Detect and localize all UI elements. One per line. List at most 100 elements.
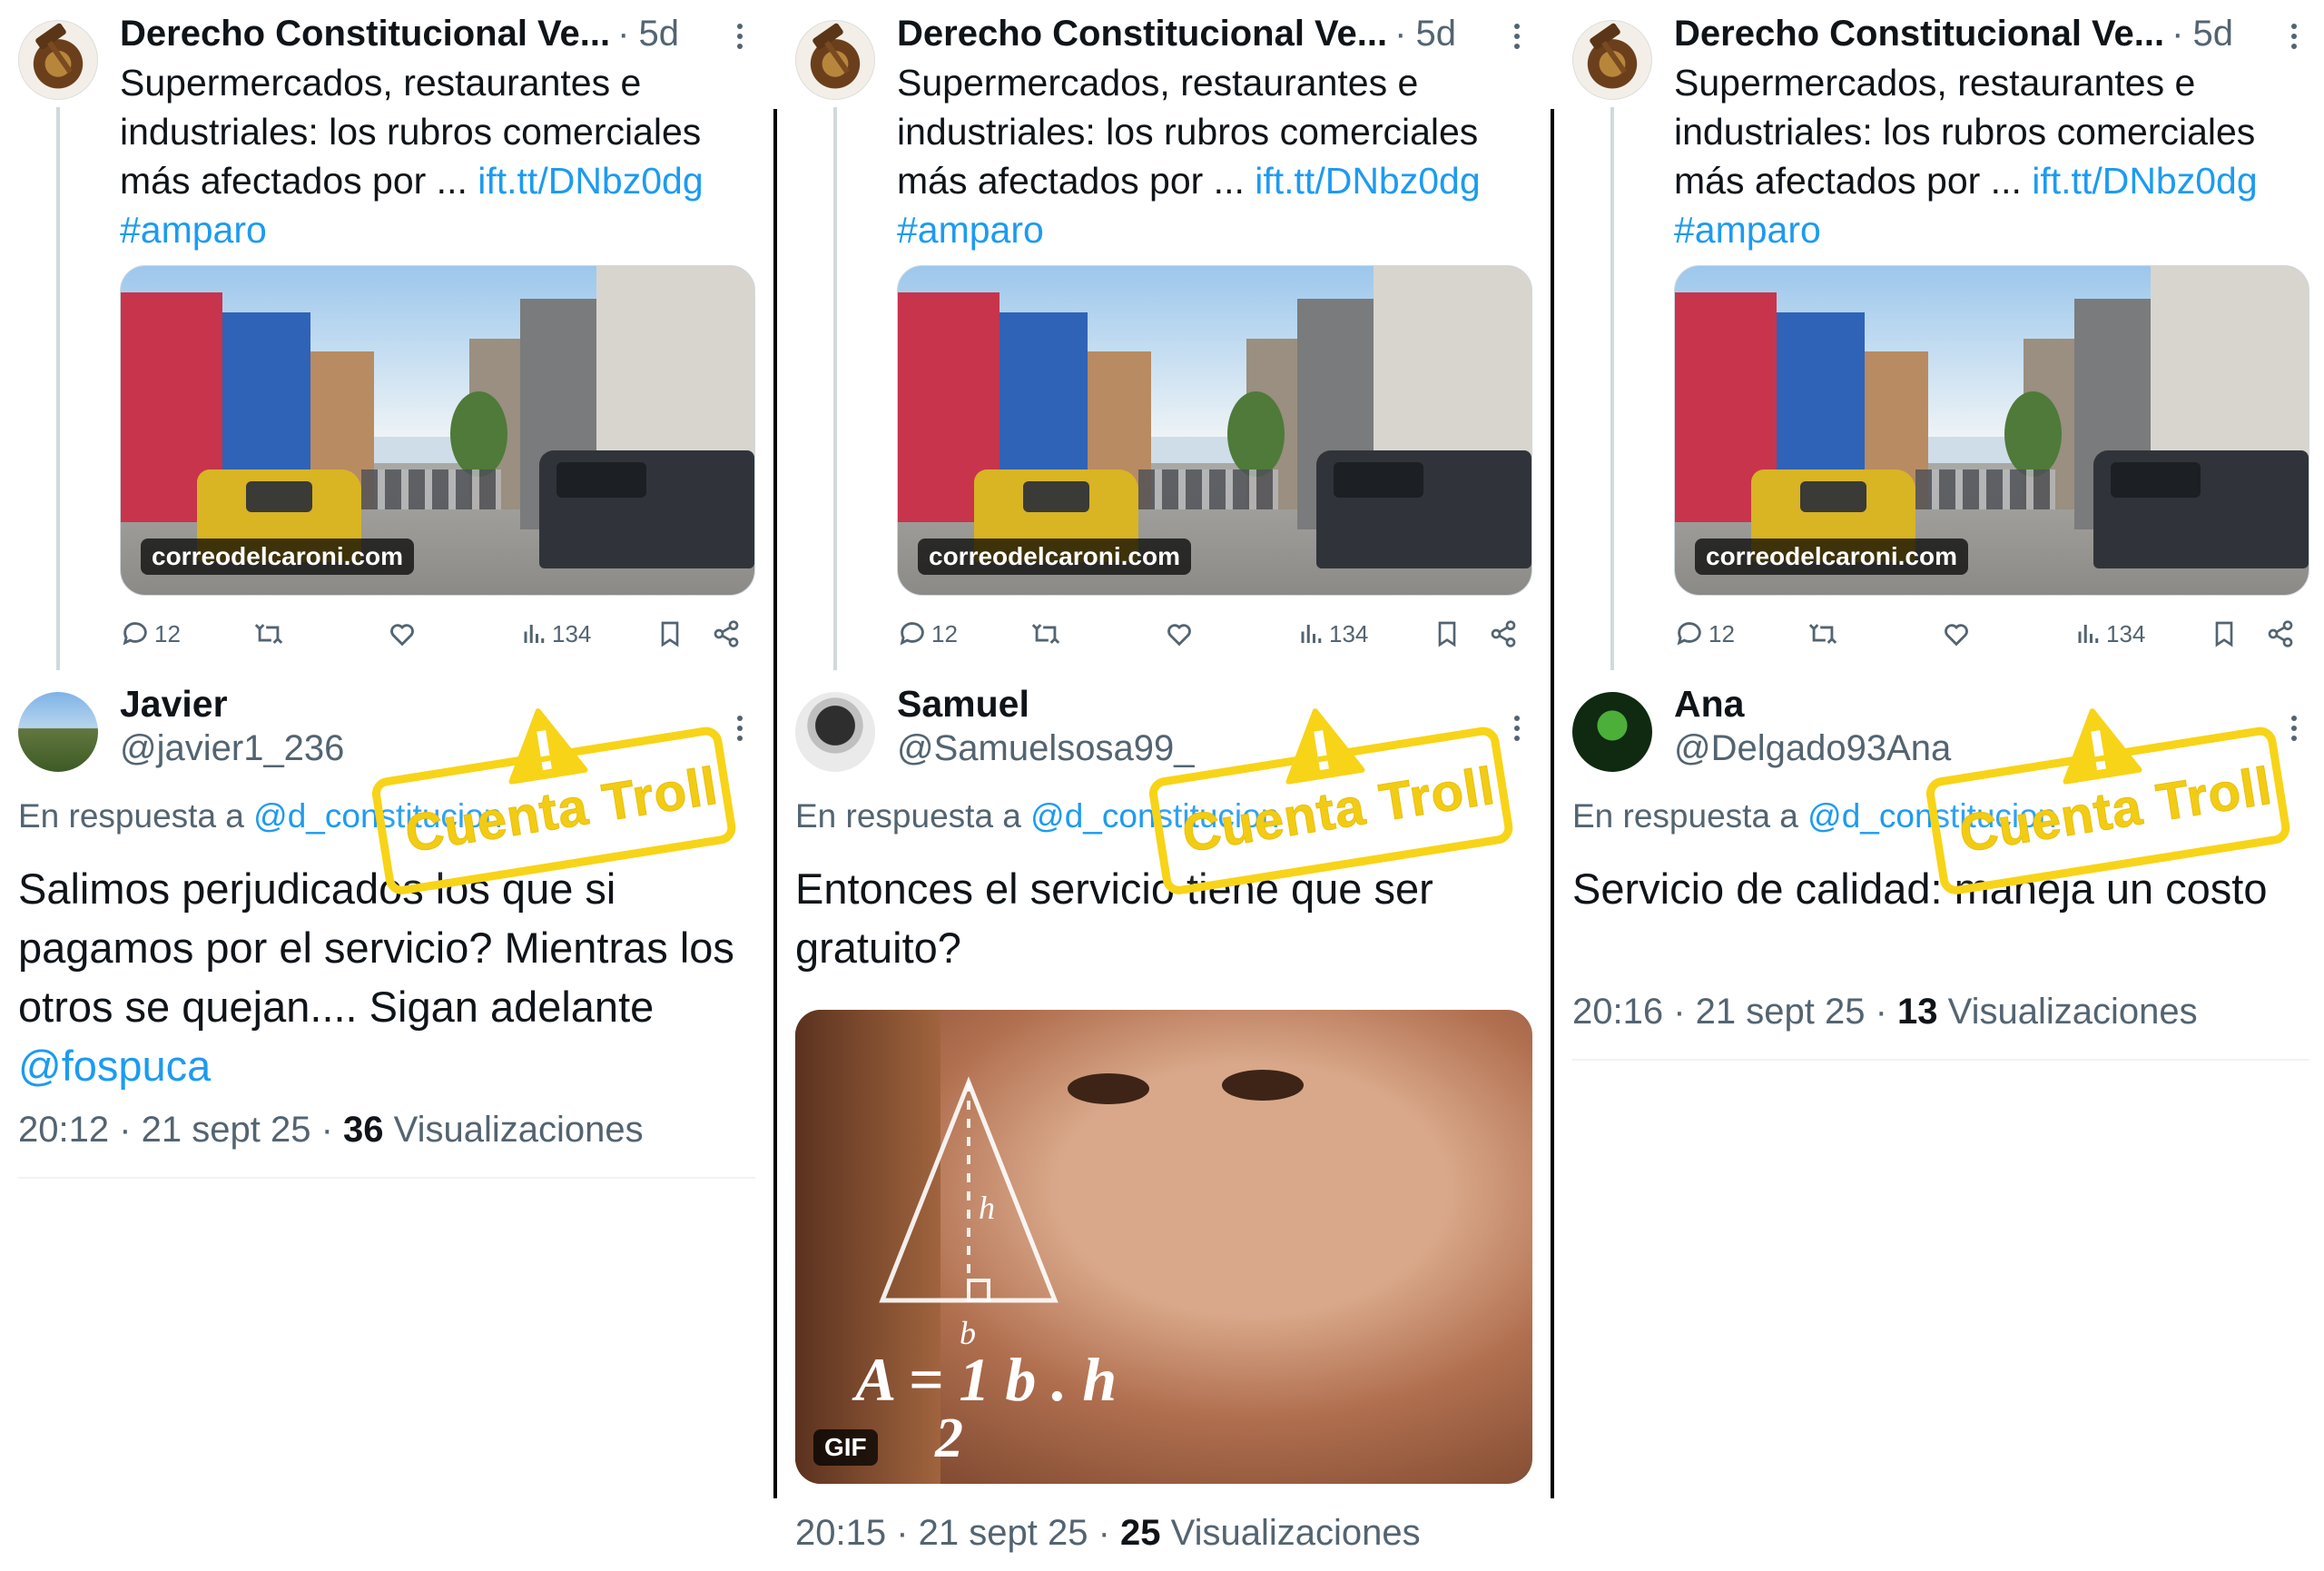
column-javier: Derecho Constitucional Ve... · 5d Superm… [0, 0, 761, 1571]
tweet-media-image[interactable]: correodelcaroni.com [120, 265, 755, 596]
tweet-actions: 12 134 [1674, 614, 2309, 654]
reply-count: 12 [154, 619, 181, 647]
gif-formula-h: h [979, 1190, 995, 1226]
warning-icon [2063, 708, 2142, 785]
image-truck [538, 450, 754, 569]
reply-icon [900, 622, 924, 646]
views-button[interactable]: 134 [521, 614, 591, 654]
reply-prefix: En respuesta a [795, 797, 1031, 835]
share-button[interactable] [2266, 614, 2295, 654]
views-button[interactable]: 134 [1298, 614, 1368, 654]
tweet-actions: 12 134 [120, 614, 755, 654]
reply-meta: 20:16 · 21 sept 25 · 13 Visualizaciones [1572, 992, 2198, 1033]
tweet-text-line: Supermercados, restaurantes e [120, 62, 642, 104]
media-source-label[interactable]: correodelcaroni.com [918, 538, 1191, 575]
avatar-gavel-icon[interactable] [18, 20, 98, 100]
tweet-link[interactable]: ift.tt/DNbz0dg [1255, 160, 1480, 202]
bookmark-button[interactable] [2210, 614, 2239, 654]
views-icon [2078, 625, 2099, 643]
tweet-text-fragment: más afectados por ... [1674, 160, 2033, 202]
reply-count: 12 [931, 619, 958, 647]
dot-separator: · [617, 13, 630, 54]
avatar-gavel-icon[interactable] [1572, 20, 1652, 100]
reply-button[interactable]: 12 [1674, 614, 1735, 654]
more-icon[interactable] [1503, 710, 1531, 746]
retweet-button[interactable] [252, 614, 285, 654]
like-icon [1945, 624, 1968, 647]
reply-author-handle[interactable]: @javier1_236 [120, 728, 344, 769]
gif-badge[interactable]: GIF [813, 1429, 878, 1466]
tweet-time[interactable]: 5d [638, 14, 679, 54]
share-button[interactable] [712, 614, 741, 654]
bookmark-button[interactable] [1433, 614, 1462, 654]
reply-button[interactable]: 12 [120, 614, 181, 654]
bookmark-icon [2215, 621, 2233, 647]
views-count: 13 [1897, 992, 1938, 1032]
avatar-gavel-icon[interactable] [795, 20, 875, 100]
image-tree [449, 390, 507, 477]
reply-button[interactable]: 12 [897, 614, 958, 654]
reply-text: Entonces el servicio tiene que ser gratu… [795, 865, 1433, 972]
reply-author-name[interactable]: Javier [120, 683, 228, 726]
reply-timestamp[interactable]: 20:15 · 21 sept 25 · [795, 1513, 1120, 1553]
media-source-label[interactable]: correodelcaroni.com [1695, 538, 1968, 575]
author-name[interactable]: Derecho Constitucional Ve... [897, 14, 1387, 54]
image-truck [1315, 450, 1531, 569]
more-icon[interactable] [726, 18, 753, 54]
tweet-link[interactable]: ift.tt/DNbz0dg [478, 160, 703, 202]
hashtag-link[interactable]: #amparo [120, 205, 746, 254]
more-icon[interactable] [2280, 710, 2308, 746]
tweet-text-line: más afectados por ... ift.tt/DNbz0dg [1674, 156, 2300, 205]
like-button[interactable] [1164, 614, 1195, 654]
more-icon[interactable] [2280, 18, 2308, 54]
hashtag-link[interactable]: #amparo [1674, 205, 2300, 254]
reply-timestamp[interactable]: 20:16 · 21 sept 25 · [1572, 992, 1897, 1032]
views-icon [1301, 625, 1322, 643]
reply-prefix: En respuesta a [1572, 797, 1808, 835]
more-icon[interactable] [726, 710, 753, 746]
avatar[interactable] [795, 692, 875, 772]
tweet-link[interactable]: ift.tt/DNbz0dg [2032, 160, 2257, 202]
warning-icon [508, 708, 588, 785]
retweet-button[interactable] [1807, 614, 1839, 654]
retweet-button[interactable] [1029, 614, 1062, 654]
tweet-media-image[interactable]: correodelcaroni.com [897, 265, 1532, 596]
author-name[interactable]: Derecho Constitucional Ve... [120, 14, 610, 54]
views-button[interactable]: 134 [2075, 614, 2145, 654]
author-name[interactable]: Derecho Constitucional Ve... [1674, 14, 2164, 54]
reply-count: 12 [1709, 619, 1735, 647]
warning-icon [1285, 708, 1365, 785]
media-source-label[interactable]: correodelcaroni.com [141, 538, 414, 575]
share-icon [714, 620, 739, 647]
retweet-icon [254, 624, 283, 644]
share-button[interactable] [1489, 614, 1518, 654]
tweet-text: Supermercados, restaurantes e industrial… [897, 58, 1523, 254]
avatar[interactable] [1572, 692, 1652, 772]
reply-author-name[interactable]: Ana [1674, 683, 1744, 726]
views-label: Visualizaciones [1937, 992, 2198, 1032]
image-tree [2004, 390, 2062, 477]
bookmark-button[interactable] [655, 614, 684, 654]
reply-timestamp[interactable]: 20:12 · 21 sept 25 · [18, 1110, 343, 1150]
mention-link[interactable]: @fospuca [18, 1042, 211, 1090]
image-tree [1226, 390, 1285, 477]
tweet-text-line: industriales: los rubros comerciales [897, 111, 1479, 153]
tweet-text: Supermercados, restaurantes e industrial… [120, 58, 746, 254]
reply-author-handle[interactable]: @Delgado93Ana [1674, 728, 1951, 769]
tweet-time[interactable]: 5d [1415, 14, 1456, 54]
like-button[interactable] [387, 614, 418, 654]
reply-author-name[interactable]: Samuel [897, 683, 1029, 726]
avatar[interactable] [18, 692, 98, 772]
hashtag-link[interactable]: #amparo [897, 205, 1523, 254]
like-button[interactable] [1941, 614, 1972, 654]
thread-line [56, 107, 60, 670]
like-icon [390, 624, 414, 647]
more-icon[interactable] [1503, 18, 1531, 54]
tweet-media-image[interactable]: correodelcaroni.com [1674, 265, 2309, 596]
views-icon [524, 625, 545, 643]
reply-gif[interactable]: h b A = 1 b . h 2 GIF [795, 1010, 1532, 1484]
like-icon [1167, 624, 1191, 647]
tweet-time[interactable]: 5d [2192, 14, 2233, 54]
tweet-text-line: más afectados por ... ift.tt/DNbz0dg [897, 156, 1523, 205]
reply-icon [1677, 622, 1701, 646]
